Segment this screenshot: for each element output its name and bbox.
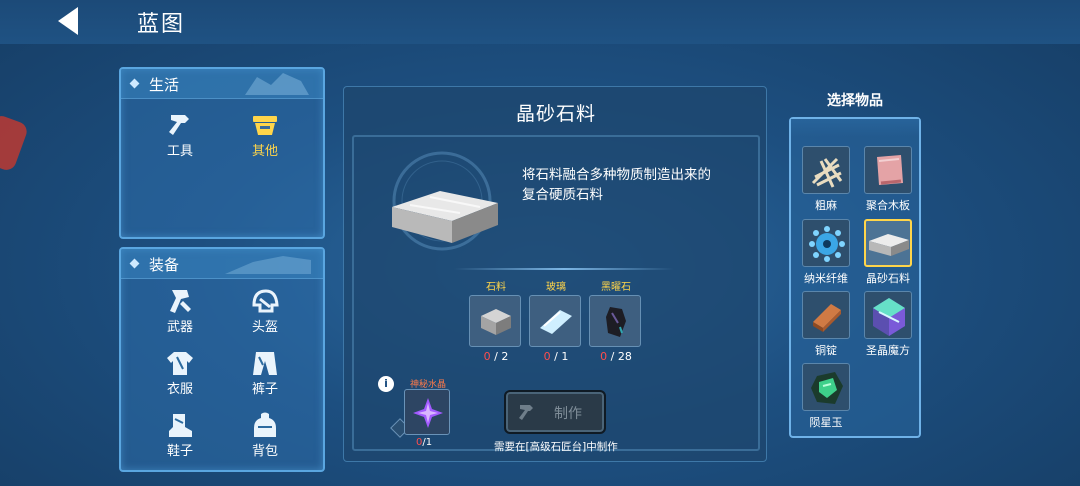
category-weapon[interactable]: 武器 — [150, 287, 210, 335]
category-clothes[interactable]: 衣服 — [150, 349, 210, 397]
back-arrow-icon[interactable] — [52, 4, 86, 38]
item-holy-crystal-cube[interactable]: 圣晶魔方 — [858, 291, 918, 358]
item-copper-ingot[interactable]: 铜锭 — [796, 291, 856, 358]
category-shoes[interactable]: 鞋子 — [150, 411, 210, 459]
category-backpack[interactable]: 背包 — [235, 411, 295, 459]
item-meteor-jade[interactable]: 陨星玉 — [796, 363, 856, 430]
item-list-panel: 粗麻 聚合木板 纳米纤维 晶砂石料 铜锭 圣晶魔方 陨星玉 — [789, 117, 921, 438]
equip-panel: 装备 武器 头盔 衣服 裤子 鞋子 背包 — [119, 247, 325, 472]
category-label: 裤子 — [251, 382, 278, 397]
item-composite-board[interactable]: 聚合木板 — [858, 146, 918, 213]
item-coarse-hemp[interactable]: 粗麻 — [796, 146, 856, 213]
page-title: 蓝图 — [137, 12, 186, 37]
hammer-icon — [519, 405, 533, 420]
item-title: 晶砂石料 — [515, 103, 596, 125]
boot-icon — [169, 414, 192, 437]
item-description: 将石料融合多种物质制造出来的复合硬质石料 — [522, 167, 711, 203]
material-need: / 1 — [554, 350, 569, 363]
craft-label: 制作 — [554, 406, 582, 422]
life-panel: 生活 工具 其他 — [119, 67, 325, 239]
item-label: 粗麻 — [815, 199, 837, 212]
purple-crystal-icon — [413, 398, 443, 428]
divider — [454, 268, 674, 270]
stone-icon — [481, 309, 511, 335]
item-crystal-sand-stone[interactable]: 晶砂石料 — [858, 219, 918, 286]
material-glass[interactable]: 玻璃 0 / 1 — [529, 278, 583, 363]
helmet-icon — [252, 289, 279, 313]
fade-top — [791, 119, 919, 137]
material-have: 0 — [543, 350, 551, 363]
shirt-icon — [167, 352, 193, 375]
pants-icon — [253, 352, 277, 375]
obsidian-icon — [606, 307, 626, 337]
material-need: / 28 — [610, 350, 632, 363]
material-stone[interactable]: 石料 0 / 2 — [469, 278, 523, 363]
material-slot — [589, 295, 641, 347]
nano-fiber-icon — [809, 226, 845, 262]
board-icon — [877, 155, 903, 185]
backpack-icon — [254, 412, 276, 437]
material-name: 石料 — [486, 282, 506, 293]
category-tools[interactable]: 工具 — [150, 111, 210, 159]
meteor-jade-icon — [811, 372, 843, 404]
category-label: 武器 — [166, 320, 193, 335]
item-label: 聚合木板 — [866, 199, 910, 212]
cube-icon — [873, 298, 905, 336]
copper-ingot-icon — [813, 304, 841, 332]
material-name: 黑曜石 — [601, 282, 631, 293]
stone-block-icon — [869, 234, 909, 256]
life-title: 生活 — [149, 76, 180, 94]
item-label: 圣晶魔方 — [866, 344, 910, 357]
crystal-quantity: 0/1 — [416, 437, 433, 448]
hemp-icon — [811, 157, 843, 188]
item-nano-fiber[interactable]: 纳米纤维 — [796, 219, 856, 286]
info-icon[interactable]: i — [378, 376, 394, 392]
crystal-slot[interactable] — [404, 389, 450, 435]
material-obsidian[interactable]: 黑曜石 0 / 28 — [589, 278, 643, 363]
material-slot — [469, 295, 521, 347]
item-label: 铜锭 — [815, 344, 837, 357]
item-label: 纳米纤维 — [804, 272, 848, 285]
category-label: 衣服 — [166, 382, 193, 397]
hammer-icon — [169, 115, 189, 135]
category-other[interactable]: 其他 — [235, 111, 295, 159]
category-pants[interactable]: 裤子 — [235, 349, 295, 397]
item-label: 晶砂石料 — [866, 272, 910, 285]
select-title: 选择物品 — [827, 93, 883, 109]
category-label: 背包 — [251, 444, 278, 459]
sword-icon — [170, 290, 191, 313]
equip-title: 装备 — [149, 256, 180, 274]
material-need: / 2 — [494, 350, 509, 363]
life-panel-header: 生活 — [121, 69, 323, 99]
category-label: 工具 — [166, 144, 193, 159]
detail-panel: 晶砂石料 将石料融合多种物质制造出来的复合硬质石料 石料 0 / 2 玻璃 0 … — [343, 86, 767, 462]
item-label: 陨星玉 — [809, 416, 843, 429]
craft-button[interactable]: 制作 — [504, 390, 606, 434]
category-helmet[interactable]: 头盔 — [235, 287, 295, 335]
material-slot — [529, 295, 581, 347]
equip-panel-header: 装备 — [121, 249, 323, 279]
material-have: 0 — [483, 350, 491, 363]
glass-icon — [540, 310, 572, 334]
basket-icon — [253, 116, 277, 135]
category-label: 头盔 — [251, 320, 278, 335]
stone-block-icon — [392, 191, 498, 243]
category-label: 其他 — [251, 144, 278, 159]
craft-note: 需要在[高级石匠台]中制作 — [494, 441, 618, 453]
side-decoration — [0, 113, 30, 173]
category-label: 鞋子 — [166, 444, 193, 459]
material-name: 玻璃 — [546, 282, 566, 293]
material-have: 0 — [600, 350, 608, 363]
